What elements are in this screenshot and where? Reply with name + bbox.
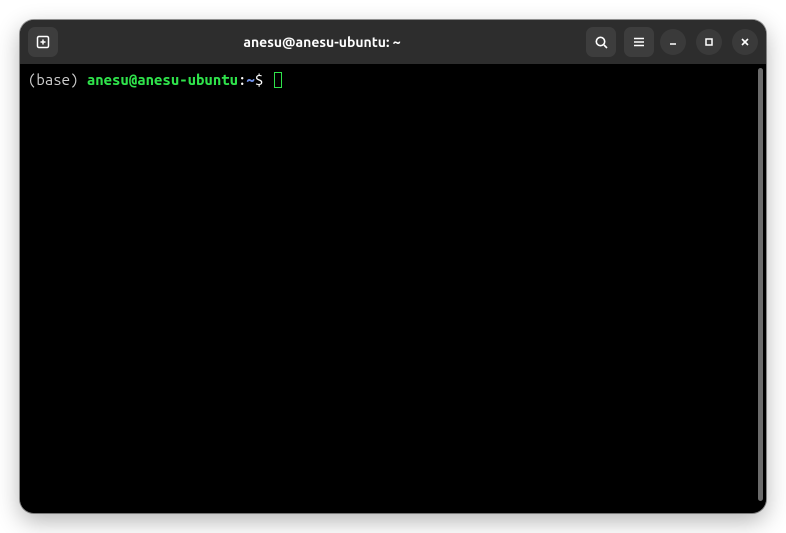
scrollbar[interactable] [758,68,763,501]
titlebar-actions [586,27,654,57]
window-title: anesu@anesu-ubuntu: ~ [64,34,580,50]
minimize-button[interactable] [660,29,686,55]
prompt-dollar: $ [255,71,263,88]
prompt-userhost: anesu@anesu-ubuntu [87,71,238,88]
close-button[interactable] [732,29,758,55]
maximize-icon [703,36,715,48]
close-icon [739,36,751,48]
terminal-window: anesu@anesu-ubuntu: ~ [20,20,766,513]
prompt-env: (base) [28,71,87,88]
new-tab-icon [35,34,51,50]
hamburger-icon [632,35,646,49]
cursor [274,72,282,88]
minimize-icon [667,36,679,48]
prompt-path: ~ [246,71,254,88]
window-controls [660,29,758,55]
titlebar: anesu@anesu-ubuntu: ~ [20,20,766,64]
menu-button[interactable] [624,27,654,57]
terminal-body[interactable]: (base) anesu@anesu-ubuntu:~$ [20,64,766,513]
new-tab-button[interactable] [28,27,58,57]
search-button[interactable] [586,27,616,57]
prompt-line: (base) anesu@anesu-ubuntu:~$ [28,70,758,90]
maximize-button[interactable] [696,29,722,55]
search-icon [594,35,609,50]
